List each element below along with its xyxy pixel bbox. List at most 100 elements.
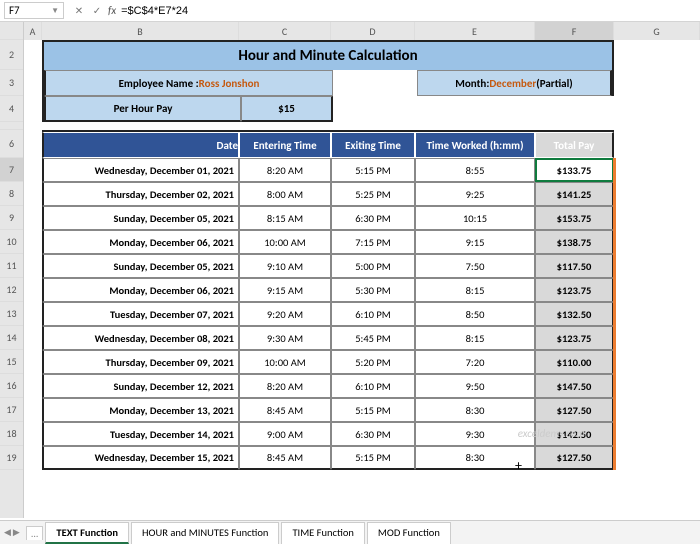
row-header[interactable]: 16 bbox=[0, 374, 23, 398]
exit-cell[interactable]: 5:15 PM bbox=[331, 158, 415, 182]
row-header[interactable]: 8 bbox=[0, 182, 23, 206]
row-header[interactable]: 13 bbox=[0, 302, 23, 326]
row-header[interactable]: 18 bbox=[0, 422, 23, 446]
date-cell[interactable]: Sunday, December 12, 2021 bbox=[42, 374, 239, 398]
table-row[interactable]: Thursday, December 02, 2021 8:00 AM 5:25… bbox=[42, 182, 614, 206]
worked-cell[interactable]: 8:50 bbox=[415, 302, 535, 326]
header-worked[interactable]: Time Worked (h:mm) bbox=[415, 132, 535, 158]
exit-cell[interactable]: 5:30 PM bbox=[331, 278, 415, 302]
date-cell[interactable]: Wednesday, December 15, 2021 bbox=[42, 446, 239, 470]
pay-cell[interactable]: $123.75 bbox=[535, 278, 614, 302]
select-all-corner[interactable] bbox=[0, 22, 23, 40]
enter-cell[interactable]: 8:15 AM bbox=[239, 206, 331, 230]
row-header[interactable]: 7 bbox=[0, 158, 23, 182]
pay-cell[interactable]: $127.50 bbox=[535, 398, 614, 422]
pay-cell[interactable]: $142.50 bbox=[535, 422, 614, 446]
enter-cell[interactable]: 8:20 AM bbox=[239, 374, 331, 398]
sheet-tab[interactable]: TIME Function bbox=[281, 522, 364, 544]
exit-cell[interactable]: 5:45 PM bbox=[331, 326, 415, 350]
exit-cell[interactable]: 7:15 PM bbox=[331, 230, 415, 254]
row-header[interactable] bbox=[0, 122, 23, 130]
worked-cell[interactable]: 9:25 bbox=[415, 182, 535, 206]
table-row[interactable]: Monday, December 06, 2021 9:15 AM 5:30 P… bbox=[42, 278, 614, 302]
sheet-tab[interactable]: MOD Function bbox=[367, 522, 451, 544]
name-box[interactable]: F7 ▼ bbox=[4, 2, 64, 19]
col-header[interactable]: F bbox=[535, 22, 614, 40]
enter-cell[interactable]: 9:10 AM bbox=[239, 254, 331, 278]
pay-cell[interactable]: $117.50 bbox=[535, 254, 614, 278]
table-row[interactable]: Wednesday, December 08, 2021 9:30 AM 5:4… bbox=[42, 326, 614, 350]
date-cell[interactable]: Tuesday, December 14, 2021 bbox=[42, 422, 239, 446]
worked-cell[interactable]: 10:15 bbox=[415, 206, 535, 230]
worked-cell[interactable]: 8:15 bbox=[415, 326, 535, 350]
header-date[interactable]: Date bbox=[42, 132, 239, 158]
table-row[interactable]: Tuesday, December 14, 2021 9:00 AM 6:30 … bbox=[42, 422, 614, 446]
enter-cell[interactable]: 9:00 AM bbox=[239, 422, 331, 446]
enter-cell[interactable]: 8:00 AM bbox=[239, 182, 331, 206]
enter-cell[interactable]: 9:20 AM bbox=[239, 302, 331, 326]
date-cell[interactable]: Monday, December 06, 2021 bbox=[42, 278, 239, 302]
pay-cell[interactable]: $141.25 bbox=[535, 182, 614, 206]
enter-icon[interactable]: ✓ bbox=[90, 4, 104, 17]
date-cell[interactable]: Wednesday, December 01, 2021 bbox=[42, 158, 239, 182]
sheet-tab[interactable]: TEXT Function bbox=[45, 522, 129, 544]
enter-cell[interactable]: 8:45 AM bbox=[239, 446, 331, 470]
pay-cell[interactable]: $153.75 bbox=[535, 206, 614, 230]
sheet-tab[interactable]: HOUR and MINUTES Function bbox=[131, 522, 279, 544]
cells-area[interactable]: Hour and Minute Calculation Employee Nam… bbox=[24, 40, 700, 470]
enter-cell[interactable]: 8:45 AM bbox=[239, 398, 331, 422]
exit-cell[interactable]: 6:30 PM bbox=[331, 422, 415, 446]
tab-overflow[interactable]: ... bbox=[26, 526, 44, 540]
enter-cell[interactable]: 10:00 AM bbox=[239, 230, 331, 254]
month-cell[interactable]: Month: December (Partial) bbox=[417, 70, 612, 96]
header-enter[interactable]: Entering Time bbox=[239, 132, 331, 158]
date-cell[interactable]: Monday, December 13, 2021 bbox=[42, 398, 239, 422]
worked-cell[interactable]: 7:50 bbox=[415, 254, 535, 278]
col-header[interactable]: G bbox=[614, 22, 700, 40]
date-cell[interactable]: Monday, December 06, 2021 bbox=[42, 230, 239, 254]
row-header[interactable]: 3 bbox=[0, 70, 23, 96]
exit-cell[interactable]: 5:15 PM bbox=[331, 398, 415, 422]
enter-cell[interactable]: 10:00 AM bbox=[239, 350, 331, 374]
pay-cell[interactable]: $138.75 bbox=[535, 230, 614, 254]
pay-cell[interactable]: $123.75 bbox=[535, 326, 614, 350]
name-box-dropdown-icon[interactable]: ▼ bbox=[51, 6, 59, 16]
tab-nav-prev-icon[interactable]: ◀ bbox=[4, 527, 11, 538]
cancel-icon[interactable]: ✕ bbox=[72, 4, 86, 17]
date-cell[interactable]: Thursday, December 02, 2021 bbox=[42, 182, 239, 206]
row-header[interactable]: 10 bbox=[0, 230, 23, 254]
col-header[interactable]: B bbox=[42, 22, 239, 40]
table-row[interactable]: Sunday, December 05, 2021 8:15 AM 6:30 P… bbox=[42, 206, 614, 230]
pay-cell[interactable]: $127.50 bbox=[535, 446, 614, 470]
row-header[interactable]: 14 bbox=[0, 326, 23, 350]
exit-cell[interactable]: 6:30 PM bbox=[331, 206, 415, 230]
worked-cell[interactable]: 9:15 bbox=[415, 230, 535, 254]
formula-input[interactable] bbox=[120, 4, 696, 18]
header-exit[interactable]: Exiting Time bbox=[331, 132, 415, 158]
worked-cell[interactable]: 7:20 bbox=[415, 350, 535, 374]
row-header[interactable]: 12 bbox=[0, 278, 23, 302]
pay-cell[interactable]: $132.50 bbox=[535, 302, 614, 326]
employee-name-cell[interactable]: Employee Name : Ross Jonshon bbox=[44, 70, 333, 96]
row-header[interactable]: 19 bbox=[0, 446, 23, 470]
table-row[interactable]: Tuesday, December 07, 2021 9:20 AM 6:10 … bbox=[42, 302, 614, 326]
enter-cell[interactable]: 8:20 AM bbox=[239, 158, 331, 182]
exit-cell[interactable]: 5:15 PM bbox=[331, 446, 415, 470]
enter-cell[interactable]: 9:15 AM bbox=[239, 278, 331, 302]
table-row[interactable]: Sunday, December 12, 2021 8:20 AM 6:10 P… bbox=[42, 374, 614, 398]
table-row[interactable]: Wednesday, December 01, 2021 8:20 AM 5:1… bbox=[42, 158, 614, 182]
pay-cell[interactable]: $133.75 bbox=[535, 158, 614, 182]
per-hour-value-cell[interactable]: $15 bbox=[241, 96, 333, 122]
row-header[interactable]: 17 bbox=[0, 398, 23, 422]
worked-cell[interactable]: 8:55 bbox=[415, 158, 535, 182]
exit-cell[interactable]: 6:10 PM bbox=[331, 302, 415, 326]
row-header[interactable]: 15 bbox=[0, 350, 23, 374]
date-cell[interactable]: Thursday, December 09, 2021 bbox=[42, 350, 239, 374]
date-cell[interactable]: Sunday, December 05, 2021 bbox=[42, 206, 239, 230]
row-header[interactable]: 9 bbox=[0, 206, 23, 230]
worked-cell[interactable]: 9:30 bbox=[415, 422, 535, 446]
col-header[interactable]: E bbox=[415, 22, 535, 40]
worked-cell[interactable]: 9:50 bbox=[415, 374, 535, 398]
worked-cell[interactable]: 8:30 bbox=[415, 398, 535, 422]
header-pay[interactable]: Total Pay bbox=[535, 132, 614, 158]
